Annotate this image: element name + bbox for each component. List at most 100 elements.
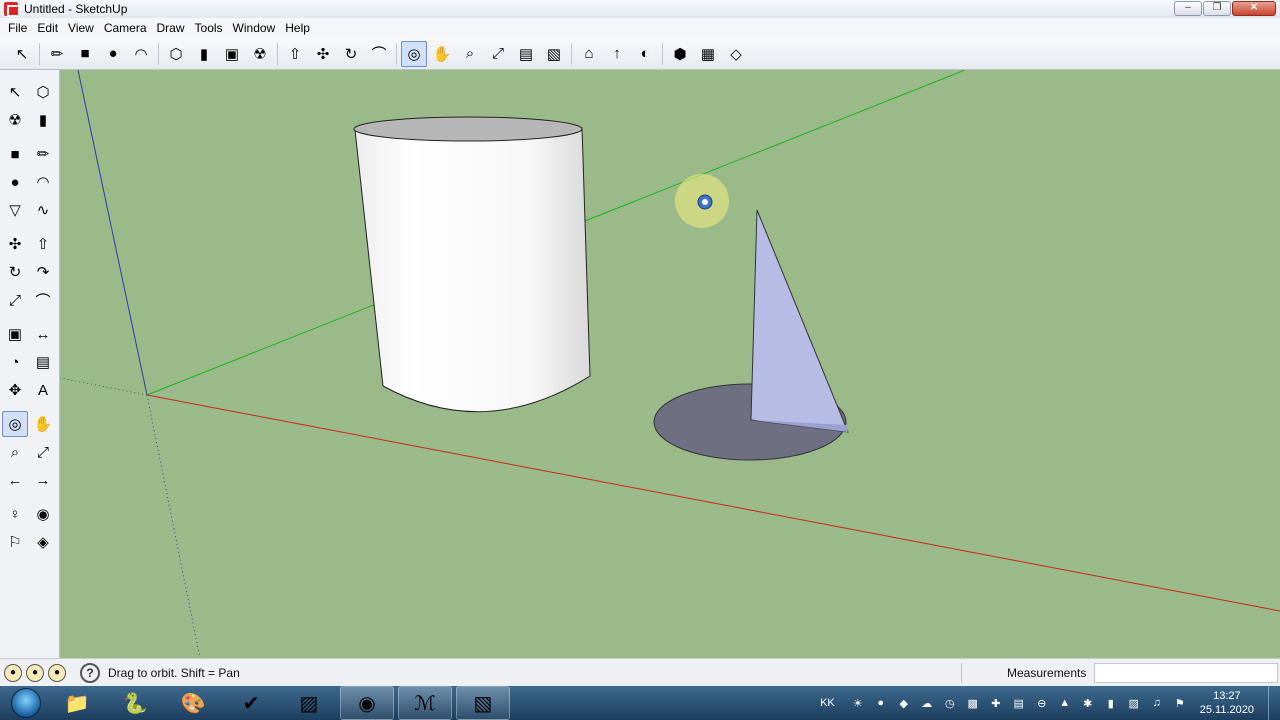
tray-cloud-icon[interactable]: ☁ [918,695,936,711]
eraser-tool-icon[interactable]: ▮ [191,41,217,67]
google-earth-icon[interactable]: ◐ [632,41,658,67]
signal-icon[interactable]: ▮ [1102,695,1120,711]
dimension-icon[interactable]: ↔ [30,321,56,347]
menu-help[interactable]: Help [280,21,315,35]
3d-text-icon[interactable]: A [30,377,56,403]
tray-sun-icon[interactable]: ☀ [849,695,867,711]
network-icon[interactable]: ▨ [1125,695,1143,711]
menu-draw[interactable]: Draw [152,21,190,35]
app-green-icon[interactable]: ✔ [224,686,278,720]
arc-icon[interactable]: ◠ [30,169,56,195]
action-center-icon[interactable]: ⚑ [1171,695,1189,711]
circle-icon[interactable]: ● [2,169,28,195]
get-models-icon[interactable]: ⌂ [576,41,602,67]
tray-plus-icon[interactable]: ✚ [987,695,1005,711]
menu-edit[interactable]: Edit [32,21,63,35]
volume-icon[interactable]: ♫ [1148,695,1166,711]
start-button[interactable] [6,686,46,720]
section-plane-icon[interactable]: ◈ [30,529,56,555]
position-camera-icon[interactable]: ♀ [2,501,28,527]
walk-icon[interactable]: ⚐ [2,529,28,555]
previous-view-icon[interactable]: ▤ [513,41,539,67]
arc-tool-icon[interactable]: ◠ [128,41,154,67]
tray-record-icon[interactable]: ● [872,695,890,711]
rotate-icon[interactable]: ↻ [2,259,28,285]
paint-bucket-icon[interactable]: ☢ [247,41,273,67]
share-model-icon[interactable]: ↑ [604,41,630,67]
move-icon[interactable]: ✣ [2,231,28,257]
restore-button[interactable]: ❐ [1203,1,1231,16]
user-account-icon[interactable]: ● [48,663,66,682]
zoom-window-icon[interactable]: ⤢ [30,439,56,465]
pan-icon[interactable]: ✋ [30,411,56,437]
tray-usb-icon[interactable]: ▤ [1010,695,1028,711]
make-component-icon[interactable]: ⬡ [30,79,56,105]
chrome-icon[interactable]: ◉ [340,686,394,720]
text-icon[interactable]: ▤ [30,349,56,375]
acrobat-icon[interactable]: ℳ [398,686,452,720]
zoom-tool-icon[interactable]: ⌕ [457,41,483,67]
axes-icon[interactable]: ✥ [2,377,28,403]
tape-measure-icon[interactable]: ▣ [219,41,245,67]
credits-icon[interactable]: ● [26,663,44,682]
circle-tool-icon[interactable]: ● [100,41,126,67]
eraser-icon[interactable]: ▮ [30,107,56,133]
orbit-icon[interactable]: ◎ [2,411,28,437]
tray-clock-icon[interactable]: ◷ [941,695,959,711]
tray-pdf-icon[interactable]: ▲ [1056,695,1074,711]
close-button[interactable]: ✕ [1232,1,1276,16]
orbit-tool-icon[interactable]: ◎ [401,40,427,67]
tray-drop-icon[interactable]: ◆ [895,695,913,711]
screen-capture-icon[interactable]: ▨ [282,686,336,720]
next-view-icon[interactable]: ▧ [541,41,567,67]
menu-view[interactable]: View [63,21,99,35]
protractor-icon[interactable]: ◔ [2,349,28,375]
push-pull-icon[interactable]: ⇧ [282,41,308,67]
bluetooth-icon[interactable]: ✱ [1079,695,1097,711]
look-around-icon[interactable]: ◉ [30,501,56,527]
offset-icon[interactable]: ⌒ [30,287,56,313]
push-pull-icon[interactable]: ⇧ [30,231,56,257]
previous-icon[interactable]: ← [2,467,28,493]
geo-location-icon[interactable]: ● [4,663,22,682]
menu-tools[interactable]: Tools [190,21,228,35]
pan-tool-icon[interactable]: ✋ [429,41,455,67]
minimize-button[interactable]: – [1174,1,1202,16]
menu-file[interactable]: File [3,21,32,35]
rectangle-tool-icon[interactable]: ■ [72,41,98,67]
extension-warehouse-icon[interactable]: ▦ [695,41,721,67]
make-component-icon[interactable]: ⬡ [163,41,189,67]
follow-me-icon[interactable]: ↷ [30,259,56,285]
tape-measure-icon[interactable]: ▣ [2,321,28,347]
layout-icon[interactable]: ◇ [723,41,749,67]
python-icon[interactable]: 🐍 [108,686,162,720]
line-tool-icon[interactable]: ✏ [44,41,70,67]
paint-bucket-icon[interactable]: ☢ [2,107,28,133]
select-icon[interactable]: ↖ [2,79,28,105]
drawing-viewport[interactable] [60,70,1280,658]
components-icon[interactable]: ⬢ [667,41,693,67]
scale-icon[interactable]: ⤢ [2,287,28,313]
polygon-icon[interactable]: ▽ [2,197,28,223]
offset-tool-icon[interactable]: ⌒ [366,41,392,67]
sketchup-icon[interactable]: ▧ [456,686,510,720]
show-desktop-button[interactable] [1268,686,1280,720]
line-icon[interactable]: ✏ [30,141,56,167]
zoom-extents-icon[interactable]: ⤢ [485,41,511,67]
next-icon[interactable]: → [30,467,56,493]
paint-icon[interactable]: 🎨 [166,686,220,720]
menu-window[interactable]: Window [228,21,281,35]
menu-camera[interactable]: Camera [99,21,152,35]
freehand-icon[interactable]: ∿ [30,197,56,223]
windows-explorer-icon[interactable]: 📁 [50,686,104,720]
system-clock[interactable]: 13:27 25.11.2020 [1200,689,1254,717]
rectangle-icon[interactable]: ■ [2,141,28,167]
rotate-tool-icon[interactable]: ↻ [338,41,364,67]
sketchup-app-icon[interactable] [4,2,19,17]
measurements-input[interactable] [1094,663,1278,683]
tray-network-app-icon[interactable]: ▩ [964,695,982,711]
zoom-icon[interactable]: ⌕ [2,439,28,465]
language-indicator[interactable]: KK [820,697,835,709]
scene-canvas[interactable] [60,70,1280,658]
tray-minus-icon[interactable]: ⊖ [1033,695,1051,711]
